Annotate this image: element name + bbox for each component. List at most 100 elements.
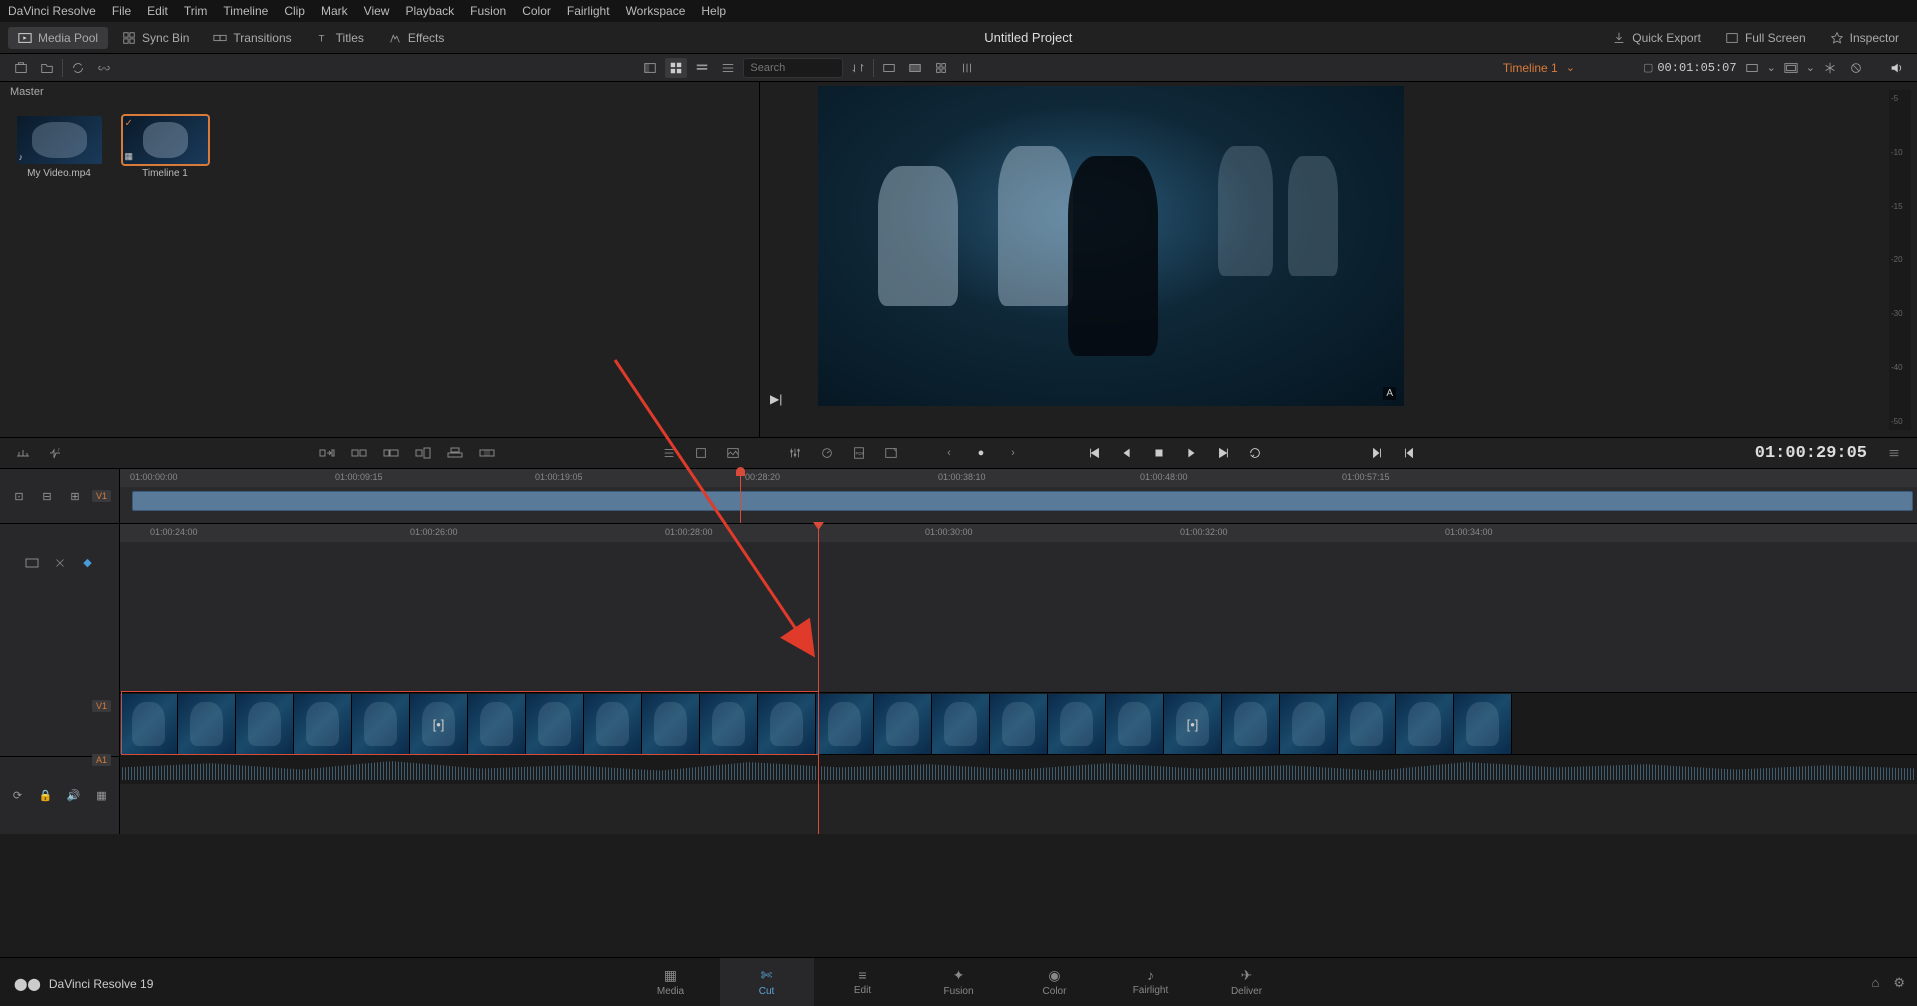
view-strip-icon[interactable]: [691, 58, 713, 78]
chevron-down-icon[interactable]: ⌄: [1767, 61, 1776, 74]
pdf-icon[interactable]: PDF: [848, 443, 870, 463]
master-bin-label[interactable]: Master: [0, 82, 759, 102]
sort-icon[interactable]: [847, 58, 869, 78]
next-frame-icon[interactable]: ▶|: [770, 392, 782, 406]
auto-track-icon[interactable]: ⟳: [7, 785, 29, 805]
view-track-icon[interactable]: ▦: [91, 785, 113, 805]
page-cut[interactable]: ✄Cut: [720, 958, 814, 1006]
place-on-top-icon[interactable]: [444, 443, 466, 463]
monitor-mode-icon[interactable]: [1741, 58, 1763, 78]
jog-prev-icon[interactable]: ‹: [938, 443, 960, 463]
timeline-options-icon[interactable]: [21, 553, 43, 573]
menu-help[interactable]: Help: [701, 4, 726, 18]
video-track[interactable]: [•] [•]: [120, 692, 1917, 754]
home-icon[interactable]: ⌂: [1871, 975, 1879, 991]
safe-area-icon[interactable]: [1780, 58, 1802, 78]
lower-ruler[interactable]: 01:00:24:00 01:00:26:00 01:00:28:00 01:0…: [120, 524, 1917, 542]
markers-icon[interactable]: [956, 58, 978, 78]
snap-icon[interactable]: ◆: [77, 553, 99, 573]
track-v1-label[interactable]: V1: [92, 700, 111, 712]
go-start-icon[interactable]: [1084, 443, 1106, 463]
page-color[interactable]: ◉Color: [1008, 958, 1102, 1006]
append-icon[interactable]: [348, 443, 370, 463]
media-clip-item[interactable]: ♪ My Video.mp4: [14, 116, 104, 179]
resolution2-icon[interactable]: [904, 58, 926, 78]
menu-fusion[interactable]: Fusion: [470, 4, 506, 18]
import-media-icon[interactable]: [10, 58, 32, 78]
source-overwrite-icon[interactable]: [476, 443, 498, 463]
upper-playhead[interactable]: [740, 469, 741, 523]
upper-timeline-body[interactable]: 01:00:00:00 01:00:09:15 01:00:19:05 00:2…: [120, 469, 1917, 523]
link-icon[interactable]: [93, 58, 115, 78]
transitions-button[interactable]: Transitions: [203, 27, 301, 49]
titles-button[interactable]: T Titles: [306, 27, 374, 49]
closeup-icon[interactable]: [412, 443, 434, 463]
view-metadata-icon[interactable]: [639, 58, 661, 78]
track-opt-icon[interactable]: ⊟: [36, 486, 58, 506]
page-fairlight[interactable]: ♪Fairlight: [1104, 958, 1198, 1006]
track-v1-label[interactable]: V1: [92, 490, 111, 502]
menu-app[interactable]: DaVinci Resolve: [8, 4, 96, 18]
lower-timeline-body[interactable]: 01:00:24:00 01:00:26:00 01:00:28:00 01:0…: [120, 524, 1917, 834]
go-end-icon[interactable]: [1212, 443, 1234, 463]
options-icon[interactable]: [1883, 443, 1905, 463]
play-reverse-icon[interactable]: [1116, 443, 1138, 463]
fx-icon[interactable]: [880, 443, 902, 463]
speaker-icon[interactable]: [1885, 58, 1907, 78]
settings-gear-icon[interactable]: ⚙: [1893, 975, 1905, 991]
timeline-name[interactable]: Timeline 1: [1503, 61, 1558, 75]
jog-dot-icon[interactable]: ●: [970, 443, 992, 463]
loop-icon[interactable]: [1244, 443, 1266, 463]
lock-track-icon[interactable]: 🔒: [35, 785, 57, 805]
lower-playhead[interactable]: [818, 524, 819, 834]
sliders-icon[interactable]: [784, 443, 806, 463]
chevron-down-icon[interactable]: ⌄: [1566, 61, 1575, 74]
crop-icon[interactable]: [690, 443, 712, 463]
search-input[interactable]: [743, 58, 843, 78]
menu-clip[interactable]: Clip: [284, 4, 305, 18]
menu-trim[interactable]: Trim: [184, 4, 208, 18]
prev-edit-icon[interactable]: [1398, 443, 1420, 463]
page-media[interactable]: ▦Media: [624, 958, 718, 1006]
boring-detector-icon[interactable]: [12, 443, 34, 463]
viewer-image[interactable]: A: [818, 86, 1404, 406]
speed-icon[interactable]: [816, 443, 838, 463]
jog-next-icon[interactable]: ›: [1002, 443, 1024, 463]
empty-track-area[interactable]: [120, 542, 1917, 692]
import-folder-icon[interactable]: [36, 58, 58, 78]
audio-track[interactable]: [120, 754, 1917, 784]
split-icon[interactable]: [49, 553, 71, 573]
ripple-icon[interactable]: [380, 443, 402, 463]
menu-playback[interactable]: Playback: [405, 4, 454, 18]
grid-view-icon[interactable]: [930, 58, 952, 78]
menu-timeline[interactable]: Timeline: [223, 4, 268, 18]
audio-sync-icon[interactable]: ♪: [44, 443, 66, 463]
menu-mark[interactable]: Mark: [321, 4, 348, 18]
view-list-icon[interactable]: [717, 58, 739, 78]
tools-icon[interactable]: [658, 443, 680, 463]
menu-file[interactable]: File: [112, 4, 131, 18]
view-thumbnail-icon[interactable]: [665, 58, 687, 78]
media-timeline-item[interactable]: ✓ ▦ Timeline 1: [120, 116, 210, 179]
track-disable-icon[interactable]: ⊞: [64, 486, 86, 506]
page-fusion[interactable]: ✦Fusion: [912, 958, 1006, 1006]
page-deliver[interactable]: ✈Deliver: [1200, 958, 1294, 1006]
resolution-icon[interactable]: [878, 58, 900, 78]
track-a1-label[interactable]: A1: [92, 754, 111, 766]
media-pool-button[interactable]: Media Pool: [8, 27, 108, 49]
menu-fairlight[interactable]: Fairlight: [567, 4, 610, 18]
next-edit-icon[interactable]: [1366, 443, 1388, 463]
play-icon[interactable]: [1180, 443, 1202, 463]
snow-icon[interactable]: [1819, 58, 1841, 78]
sync-bin-button[interactable]: Sync Bin: [112, 27, 199, 49]
page-edit[interactable]: ≡Edit: [816, 958, 910, 1006]
menu-color[interactable]: Color: [522, 4, 551, 18]
mute-track-icon[interactable]: 🔊: [63, 785, 85, 805]
effects-button[interactable]: Effects: [378, 27, 454, 49]
inspector-button[interactable]: Inspector: [1820, 27, 1909, 49]
upper-clip[interactable]: [132, 491, 1913, 511]
menu-edit[interactable]: Edit: [147, 4, 168, 18]
upper-ruler[interactable]: 01:00:00:00 01:00:09:15 01:00:19:05 00:2…: [120, 469, 1917, 487]
menu-workspace[interactable]: Workspace: [626, 4, 686, 18]
sync-icon[interactable]: [67, 58, 89, 78]
